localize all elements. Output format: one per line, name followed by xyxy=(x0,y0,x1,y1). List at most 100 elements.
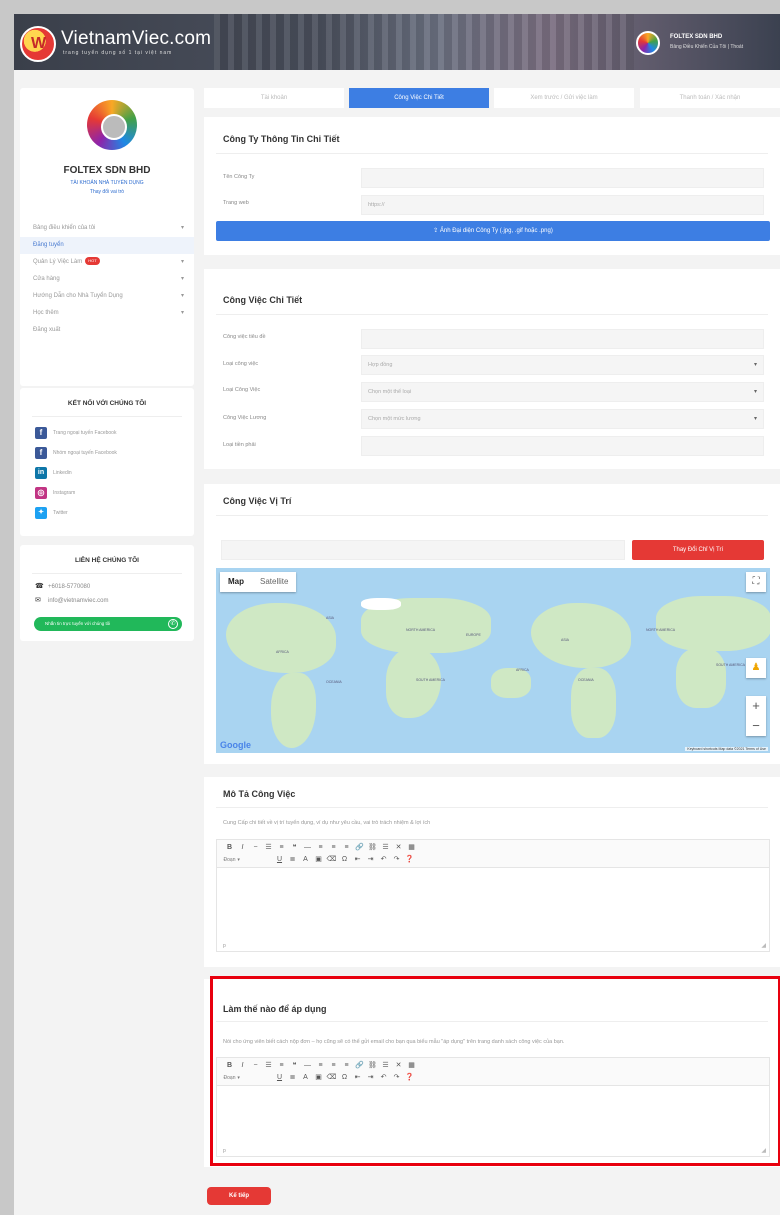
satellite-tab[interactable]: Satellite xyxy=(252,572,296,592)
map-label: South America xyxy=(416,678,445,682)
sidebar-item-dashboard[interactable]: Bảng điều khiển của tôi ▾ xyxy=(20,220,194,237)
social-instagram[interactable]: ◎ Instagram xyxy=(35,486,75,500)
chevron-down-icon: ▾ xyxy=(180,293,184,299)
tab-account[interactable]: Tài khoản xyxy=(204,88,344,108)
contact-phone[interactable]: ☎ +6018-5770080 xyxy=(35,582,90,592)
paste-icon[interactable]: ▣ xyxy=(312,855,325,863)
map-label: South America xyxy=(716,663,745,667)
header-user-name: FOLTEX SDN BHD xyxy=(670,34,723,40)
google-map[interactable]: Asia Africa Oceania North America South … xyxy=(216,568,770,753)
upload-logo-button[interactable]: ⇪ Ảnh Đại diện Công Ty (.jpg, .gif hoặc … xyxy=(216,221,770,241)
sidebar-item-post-job[interactable]: Đăng tuyển xyxy=(20,237,194,254)
numbered-list-icon[interactable]: ≡ xyxy=(275,844,288,851)
sidebar-item-guide[interactable]: Hướng Dẫn cho Nhà Tuyển Dụng ▾ xyxy=(20,288,194,305)
fullscreen-icon[interactable]: ⛶ xyxy=(746,572,766,592)
blockquote-icon[interactable]: ❝ xyxy=(288,843,301,851)
zoom-in-icon[interactable]: + xyxy=(746,696,766,716)
align-right-icon[interactable]: ≡ xyxy=(340,844,353,851)
readmore-icon[interactable]: ☰ xyxy=(379,843,392,851)
italic-icon[interactable]: I xyxy=(236,844,249,851)
sidebar-item-logout[interactable]: Đăng xuất xyxy=(20,322,194,339)
special-char-icon[interactable]: Ω xyxy=(338,856,351,863)
clear-format-icon[interactable]: ⌫ xyxy=(325,855,338,863)
select-value: Hợp đồng xyxy=(368,362,393,368)
social-label: Instagram xyxy=(53,490,76,496)
fullscreen-icon[interactable]: ✕ xyxy=(392,843,405,851)
justify-icon[interactable]: ≣ xyxy=(286,855,299,863)
bold-icon[interactable]: B xyxy=(223,844,236,851)
redo-icon[interactable]: ↷ xyxy=(390,855,403,863)
align-center-icon[interactable]: ≡ xyxy=(327,844,340,851)
contact-card: LIÊN HỆ CHÚNG TÔI ☎ +6018-5770080 ✉ info@v… xyxy=(20,545,194,641)
job-details-section: Công Việc Chi Tiết Công việc tiêu đề Loạ… xyxy=(204,269,780,469)
job-type-select[interactable]: Hợp đồng ▾ xyxy=(361,355,764,375)
section-title: Mô Tả Công Việc xyxy=(223,789,296,799)
link-icon[interactable]: 🔗 xyxy=(353,843,366,851)
highlight-box xyxy=(210,976,780,1166)
unlink-icon[interactable]: ⛓ xyxy=(366,843,379,851)
site-logo-icon[interactable]: W xyxy=(20,26,56,62)
description-textarea[interactable]: p ◢ xyxy=(217,868,769,951)
map-land xyxy=(386,648,441,718)
text-color-icon[interactable]: A xyxy=(299,856,312,863)
sidebar-item-label: Quản Lý Việc Làm xyxy=(33,259,83,265)
resize-handle-icon[interactable]: ◢ xyxy=(761,942,766,949)
map-land xyxy=(226,603,336,673)
tab-job-details[interactable]: Công Việc Chi Tiết xyxy=(349,88,489,108)
header-user-links[interactable]: Bảng Điều Khiển Của Tôi | Thoát xyxy=(670,44,743,50)
job-salary-label: Công Việc Lương xyxy=(223,415,267,421)
sidebar-item-manage-jobs[interactable]: Quản Lý Việc Làm HOT ▾ xyxy=(20,254,194,271)
zoom-out-icon[interactable]: − xyxy=(746,716,766,736)
whatsapp-chat-button[interactable]: Nhắn tin trực tuyến với chúng tôi ✆ xyxy=(34,617,182,631)
caret-down-icon: ▾ xyxy=(753,389,757,395)
contact-email[interactable]: ✉ info@vietnamviec.com xyxy=(35,596,108,606)
bullet-list-icon[interactable]: ☰ xyxy=(262,843,275,851)
social-facebook-page[interactable]: f Trang ngoại tuyến Facebook xyxy=(35,426,116,440)
brand-name[interactable]: VietnamViec.com xyxy=(61,28,211,50)
social-label: Linkedin xyxy=(53,470,72,476)
align-left-icon[interactable]: ≡ xyxy=(314,844,327,851)
job-category-select[interactable]: Chọn một thể loại ▾ xyxy=(361,382,764,402)
map-label: Oceania xyxy=(326,680,342,684)
facebook-icon: f xyxy=(35,447,47,459)
change-role-link[interactable]: Thay đổi vai trò xyxy=(20,189,194,195)
description-editor: B I − ☰ ≡ ❝ — ≡ ≡ ≡ 🔗 ⛓ ☰ ✕ ▦ Đoạn ▾ U ≣ A ▣ ⌫ Ω ⇤ ⇥ ↶ ↷ ❓ p ◢ xyxy=(216,839,770,952)
website-input[interactable]: https:// xyxy=(361,195,764,215)
user-avatar[interactable] xyxy=(636,31,660,55)
kitchen-sink-icon[interactable]: ▦ xyxy=(405,843,418,851)
hr-icon[interactable]: — xyxy=(301,844,314,851)
map-label: North America xyxy=(406,628,436,632)
divider xyxy=(216,153,768,154)
job-title-input[interactable] xyxy=(361,329,764,349)
currency-input[interactable] xyxy=(361,436,764,456)
tab-preview[interactable]: Xem trước / Gửi việc làm xyxy=(494,88,634,108)
profile-card: FOLTEX SDN BHD TÀI KHOẢN NHÀ TUYỂN DỤNG … xyxy=(20,88,194,386)
select-value: Chọn một mức lương xyxy=(368,416,421,422)
change-location-button[interactable]: Thay Đổi Chỉ Vị Trí xyxy=(632,540,764,560)
social-twitter[interactable]: ✦ Twitter xyxy=(35,506,68,520)
email-text: info@vietnamviec.com xyxy=(48,598,109,604)
company-name-input[interactable] xyxy=(361,168,764,188)
outdent-icon[interactable]: ⇤ xyxy=(351,855,364,863)
undo-icon[interactable]: ↶ xyxy=(377,855,390,863)
job-salary-select[interactable]: Chọn một mức lương ▾ xyxy=(361,409,764,429)
description-section: Mô Tả Công Việc Cung Cấp chi tiết về vị … xyxy=(204,777,780,967)
sidebar-item-store[interactable]: Cửa hàng ▾ xyxy=(20,271,194,288)
map-tab[interactable]: Map xyxy=(220,572,252,592)
sidebar-item-learn[interactable]: Học thêm ▾ xyxy=(20,305,194,322)
format-select[interactable]: Đoạn ▾ xyxy=(223,857,273,863)
account-type: TÀI KHOẢN NHÀ TUYỂN DỤNG xyxy=(70,180,144,186)
help-icon[interactable]: ❓ xyxy=(403,855,416,863)
social-facebook-group[interactable]: f Nhóm ngoại tuyến Facebook xyxy=(35,446,117,460)
map-footer[interactable]: Keyboard shortcuts Map data ©2021 Terms … xyxy=(685,747,768,751)
company-name: FOLTEX SDN BHD xyxy=(63,165,151,176)
pegman-icon[interactable]: ♟ xyxy=(746,658,766,678)
indent-icon[interactable]: ⇥ xyxy=(364,855,377,863)
strikethrough-icon[interactable]: − xyxy=(249,844,262,851)
location-input[interactable] xyxy=(221,540,625,560)
underline-icon[interactable]: U xyxy=(273,856,286,863)
next-button[interactable]: Kế tiếp xyxy=(207,1187,271,1205)
tab-payment[interactable]: Thanh toán / Xác nhận xyxy=(640,88,780,108)
social-linkedin[interactable]: in Linkedin xyxy=(35,466,72,480)
job-title-label: Công việc tiêu đề xyxy=(223,334,266,340)
